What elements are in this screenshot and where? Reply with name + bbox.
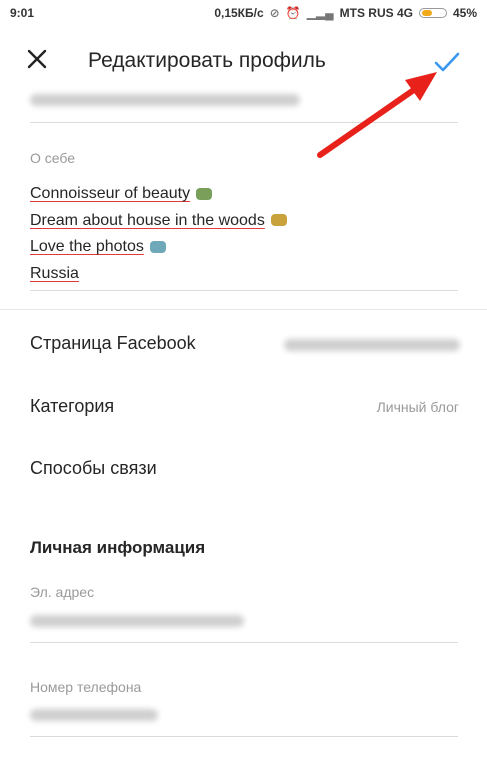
app-header: Редактировать профиль xyxy=(0,40,487,84)
bio-line: Russia xyxy=(30,264,79,282)
bio-line: Dream about house in the woods xyxy=(30,208,287,235)
email-label: Эл. адрес xyxy=(30,584,95,600)
category-value[interactable]: Личный блог xyxy=(377,399,459,415)
website-value-blurred xyxy=(30,94,300,106)
save-button[interactable] xyxy=(428,44,464,80)
phone-divider xyxy=(30,736,458,737)
emoji-icon xyxy=(270,214,287,227)
emoji-icon xyxy=(149,240,166,253)
bio-field[interactable]: Connoisseur of beauty Dream about house … xyxy=(30,181,287,287)
personal-info-title: Личная информация xyxy=(30,538,206,557)
battery-fill xyxy=(421,10,432,16)
check-icon xyxy=(434,52,460,72)
bio-divider xyxy=(30,290,458,291)
email-divider xyxy=(30,642,458,643)
battery-percent: 45% xyxy=(452,6,477,20)
status-bar: 9:01 0,15КБ/с ⊘ ⏰ ▁▂▄ MTS RUS 4G 45% xyxy=(0,0,487,26)
emoji-icon xyxy=(196,187,213,200)
category-label[interactable]: Категория xyxy=(30,396,114,417)
section-divider xyxy=(0,309,487,310)
alarm-off-icon: ⊘ xyxy=(269,6,280,20)
battery-icon xyxy=(418,8,447,18)
bio-label: О себе xyxy=(30,150,76,166)
bio-line: Connoisseur of beauty xyxy=(30,181,287,208)
close-button[interactable] xyxy=(22,44,52,74)
phone-value-blurred[interactable] xyxy=(30,709,158,721)
website-divider xyxy=(30,122,458,123)
facebook-page-value-blurred xyxy=(284,339,460,351)
phone-label: Номер телефона xyxy=(30,679,142,695)
page-title: Редактировать профиль xyxy=(88,49,326,72)
close-icon xyxy=(27,49,47,69)
facebook-page-label[interactable]: Страница Facebook xyxy=(30,333,196,354)
network-speed: 0,15КБ/с xyxy=(214,6,264,20)
contact-options-label[interactable]: Способы связи xyxy=(30,458,157,479)
annotation-arrow xyxy=(317,72,437,158)
email-value-blurred[interactable] xyxy=(30,615,244,627)
signal-icon: ▁▂▄ xyxy=(306,6,334,20)
arrow-shaft xyxy=(317,84,421,158)
carrier-name: MTS RUS 4G xyxy=(339,6,413,20)
bio-line: Love the photos xyxy=(30,234,287,261)
status-time: 9:01 xyxy=(10,6,35,20)
status-right: 0,15КБ/с ⊘ ⏰ ▁▂▄ MTS RUS 4G 45% xyxy=(214,6,477,20)
alarm-icon: ⏰ xyxy=(285,6,301,20)
